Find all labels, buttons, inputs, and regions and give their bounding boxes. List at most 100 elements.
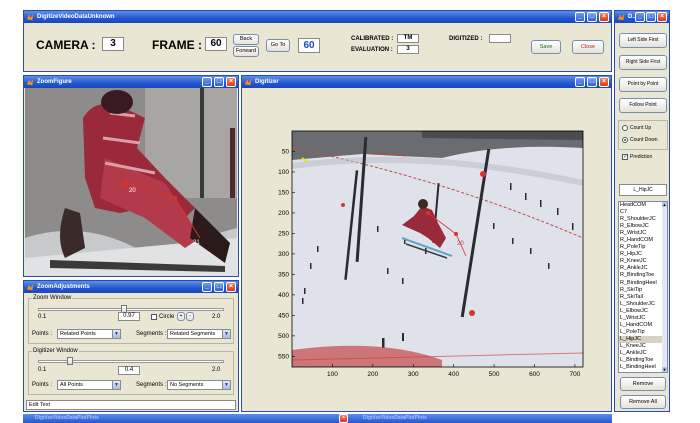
taskbar-item[interactable]: DigitizeVideoDataPlotPlots: [363, 415, 427, 421]
points-list[interactable]: HeadCOM C7 R_ShoulderJC R_ElbowJC R_WristJC R…: [618, 201, 668, 373]
list-item[interactable]: R_ShoulderJC: [619, 216, 667, 223]
goto-button[interactable]: Go To: [266, 39, 290, 52]
maximize-icon[interactable]: □: [646, 12, 656, 22]
save-button[interactable]: Save: [531, 40, 561, 54]
list-item[interactable]: R_SkiTail: [619, 294, 667, 301]
list-item[interactable]: HeadCOM: [619, 202, 667, 209]
digitized-label: DIGITIZED :: [449, 36, 483, 42]
goto-value[interactable]: 60: [298, 38, 320, 53]
count-up-radio[interactable]: [622, 125, 628, 131]
maximize-icon[interactable]: □: [214, 77, 224, 87]
list-item[interactable]: R_BindingToe: [619, 272, 667, 279]
close-button[interactable]: Close: [572, 40, 604, 54]
zoom-image[interactable]: 20 21: [25, 88, 237, 276]
right-side-first-button[interactable]: Right Side First: [619, 55, 667, 70]
taskbar-item[interactable]: DigitizeVideoDataPlotPlots: [35, 415, 99, 421]
zoom-figure-titlebar[interactable]: ZoomFigure _ □ ×: [24, 76, 238, 88]
follow-point-button[interactable]: Follow Point: [619, 98, 667, 113]
maximize-icon[interactable]: □: [214, 282, 224, 292]
count-down-radio[interactable]: [622, 137, 628, 143]
digitizer-points-label: Points :: [32, 382, 53, 388]
digitizer-value-field[interactable]: 0.4: [118, 366, 140, 375]
frame-value: 60: [205, 37, 227, 51]
x-tick-label: 500: [489, 371, 500, 378]
list-item[interactable]: L_BindingToe: [619, 357, 667, 364]
minimize-icon[interactable]: _: [635, 12, 645, 22]
list-item[interactable]: R_PoleTip: [619, 244, 667, 251]
digitizer-titlebar[interactable]: Digitizer _ □ ×: [242, 76, 611, 88]
y-tick-label: 550: [278, 353, 289, 360]
back-button[interactable]: Back: [233, 34, 259, 45]
prediction-checkbox[interactable]: ✓: [622, 154, 628, 160]
y-tick-label: 50: [282, 148, 290, 155]
zoom-minus-button[interactable]: -: [186, 312, 194, 321]
close-icon[interactable]: ×: [226, 282, 236, 292]
zoom-value-field[interactable]: 0.97: [118, 312, 140, 321]
digitizer-segments-select[interactable]: No Segments ▼: [167, 380, 231, 390]
list-item[interactable]: C7: [619, 209, 667, 216]
list-item[interactable]: L_AnkleJC: [619, 350, 667, 357]
zoom-plus-button[interactable]: +: [177, 312, 185, 321]
scroll-up-icon[interactable]: ▲: [662, 202, 667, 207]
list-item[interactable]: R_HandCOM: [619, 237, 667, 244]
zoom-adjustments-titlebar[interactable]: ZoomAdjustments _ □ ×: [24, 281, 238, 293]
remove-button[interactable]: Remove: [620, 377, 666, 391]
list-item[interactable]: R_SkiTip: [619, 287, 667, 294]
close-icon[interactable]: ×: [599, 77, 609, 87]
close-icon[interactable]: ×: [599, 12, 609, 22]
frame-label: FRAME :: [152, 38, 202, 52]
minimize-icon[interactable]: _: [575, 77, 585, 87]
list-item[interactable]: L_HandCOM: [619, 322, 667, 329]
minimize-icon[interactable]: _: [202, 77, 212, 87]
edit-text-field[interactable]: Edit Text: [26, 400, 236, 410]
list-item[interactable]: R_BindingHeel: [619, 280, 667, 287]
left-side-first-button[interactable]: Left Side First: [619, 33, 667, 48]
close-icon[interactable]: ×: [226, 77, 236, 87]
digitizer-slider[interactable]: [38, 357, 224, 365]
digitizer-points-select[interactable]: All Points ▼: [57, 380, 121, 390]
evaluation-label: EVALUATION :: [351, 47, 393, 53]
list-item[interactable]: R_AnkleJC: [619, 265, 667, 272]
chevron-down-icon[interactable]: ▼: [222, 381, 230, 389]
camera-label: CAMERA :: [36, 38, 96, 52]
maximize-icon[interactable]: □: [587, 77, 597, 87]
list-item[interactable]: R_WristJC: [619, 230, 667, 237]
list-scrollbar[interactable]: ▲ ▼: [662, 202, 667, 372]
list-item[interactable]: L_ElbowJC: [619, 308, 667, 315]
chevron-down-icon[interactable]: ▼: [222, 330, 230, 338]
calibrated-value: TM: [397, 34, 419, 43]
list-item[interactable]: L_BindingHeel: [619, 364, 667, 371]
circle-label: Circle: [159, 314, 175, 320]
minimize-icon[interactable]: _: [575, 12, 585, 22]
y-tick-label: 350: [278, 271, 289, 278]
close-icon[interactable]: ×: [657, 12, 667, 22]
close-icon[interactable]: ×: [339, 414, 348, 423]
maximize-icon[interactable]: □: [587, 12, 597, 22]
forward-button[interactable]: Forward: [233, 46, 259, 57]
points-select[interactable]: Related Points ▼: [57, 329, 121, 339]
list-item[interactable]: L_HipJC: [619, 335, 667, 343]
list-item[interactable]: L_WristJC: [619, 315, 667, 322]
digitizer-axes[interactable]: 20 50 100 150 200 250 300 350 400 450 500 550 100 2…: [242, 88, 611, 411]
minimize-icon[interactable]: _: [202, 282, 212, 292]
main-window-titlebar[interactable]: DigitizeVideoDataUnknown _ □ ×: [24, 11, 611, 23]
chevron-down-icon[interactable]: ▼: [112, 330, 120, 338]
list-item[interactable]: L_KneeJC: [619, 343, 667, 350]
list-item[interactable]: R_HipJC: [619, 251, 667, 258]
points-label: Points :: [32, 331, 53, 337]
point-by-point-button[interactable]: Point by Point: [619, 77, 667, 92]
list-item[interactable]: L_ShoulderJC: [619, 301, 667, 308]
digitizer-min-label: 0.1: [38, 367, 47, 373]
digitizer-slider-thumb[interactable]: [66, 357, 73, 365]
side-panel-titlebar[interactable]: D... _ □ ×: [615, 11, 669, 23]
segments-select[interactable]: Related Segments ▼: [167, 329, 231, 339]
remove-all-button[interactable]: Remove All: [620, 395, 666, 409]
chevron-down-icon[interactable]: ▼: [112, 381, 120, 389]
list-item[interactable]: L_PoleTip: [619, 329, 667, 336]
list-item[interactable]: R_KneeJC: [619, 258, 667, 265]
list-item[interactable]: R_ElbowJC: [619, 223, 667, 230]
y-tick-label: 400: [278, 292, 289, 299]
y-tick-label: 450: [278, 312, 289, 319]
scroll-down-icon[interactable]: ▼: [662, 367, 667, 372]
circle-checkbox[interactable]: [151, 314, 157, 320]
